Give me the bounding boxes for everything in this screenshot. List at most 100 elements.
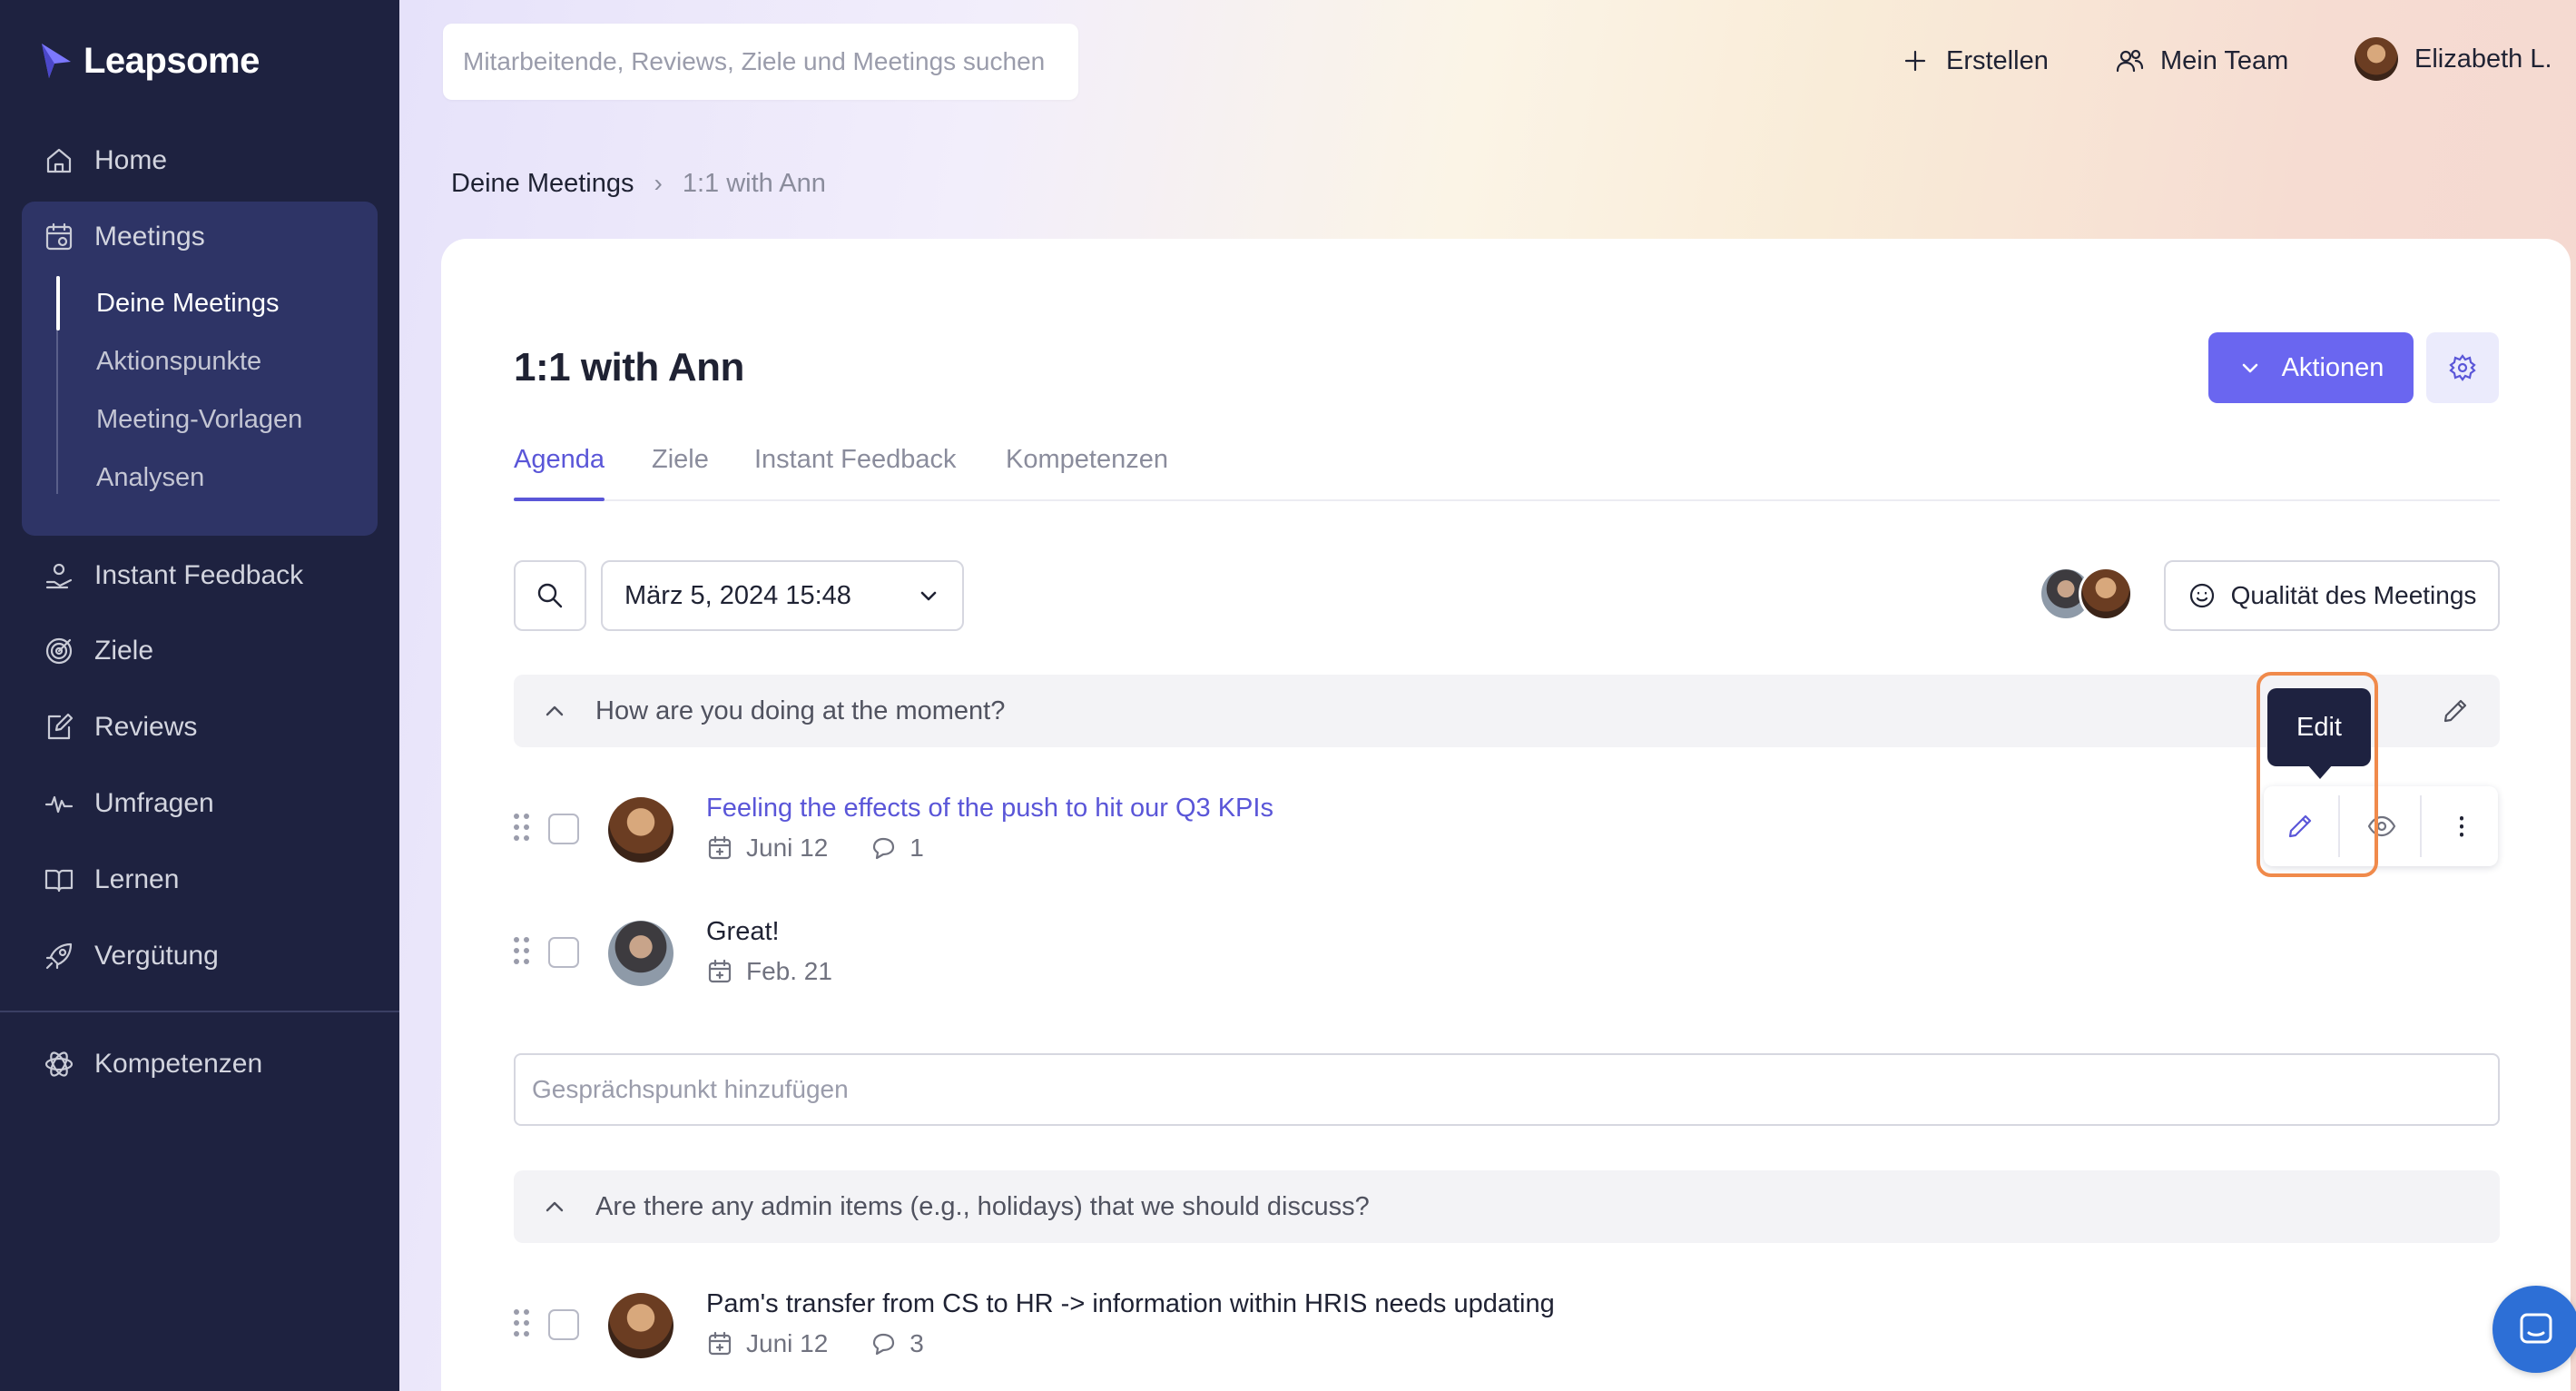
agenda-section-question: Are there any admin items (e.g., holiday… <box>595 1191 1370 1221</box>
smiley-icon <box>2189 583 2214 608</box>
meeting-date-value: März 5, 2024 15:48 <box>624 580 851 610</box>
create-button[interactable]: Erstellen <box>1901 40 2049 82</box>
agenda-item[interactable]: Great! Feb. 21 <box>514 917 2500 1008</box>
sidebar-item-label: Vergütung <box>94 941 219 971</box>
item-meta: Juni 12 3 <box>706 1329 924 1358</box>
tab-agenda[interactable]: Agenda <box>514 439 605 501</box>
tab-kompetenzen[interactable]: Kompetenzen <box>1006 439 1168 499</box>
pulse-icon <box>44 795 74 814</box>
chevron-up-icon[interactable] <box>541 1193 568 1220</box>
sidebar-item-umfragen[interactable]: Umfragen <box>44 781 214 826</box>
breadcrumb-separator-icon: › <box>654 169 663 197</box>
sidebar-item-meetings[interactable]: Meetings <box>44 214 205 260</box>
meeting-date-select[interactable]: März 5, 2024 15:48 <box>601 560 964 631</box>
leapsome-logo[interactable]: Leapsome <box>38 40 260 82</box>
meeting-tabs: Agenda Ziele Instant Feedback Kompetenze… <box>514 439 2500 501</box>
chevron-up-icon[interactable] <box>541 697 568 725</box>
sidebar-item-home[interactable]: Home <box>44 138 167 183</box>
target-icon <box>45 637 73 665</box>
item-title[interactable]: Great! <box>706 917 780 947</box>
sidebar-item-label: Kompetenzen <box>94 1049 263 1079</box>
plus-icon <box>1904 50 1926 72</box>
participant-avatar <box>2079 567 2133 621</box>
chevron-down-icon <box>2242 363 2257 373</box>
comment-icon[interactable] <box>870 834 897 862</box>
sidebar-item-verguetung[interactable]: Vergütung <box>44 933 219 979</box>
item-date: Juni 12 <box>746 834 829 862</box>
item-author-avatar <box>608 1293 673 1358</box>
app-name: Leapsome <box>84 40 260 81</box>
calendar-icon <box>708 959 732 983</box>
meetings-icon <box>45 222 73 251</box>
item-comment-count: 1 <box>909 834 924 862</box>
item-date: Juni 12 <box>746 1329 829 1357</box>
add-talking-point-input[interactable]: Gesprächspunkt hinzufügen <box>514 1053 2500 1126</box>
chat-support-button[interactable] <box>2492 1286 2576 1373</box>
breadcrumb-current: 1:1 with Ann <box>682 168 826 198</box>
rocket-icon <box>45 942 73 970</box>
my-team-label: Mein Team <box>2160 45 2289 75</box>
agenda-section-header[interactable]: How are you doing at the moment? <box>514 675 2500 747</box>
agenda-search-button[interactable] <box>514 560 586 631</box>
agenda-section-header[interactable]: Are there any admin items (e.g., holiday… <box>514 1170 2500 1243</box>
user-name: Elizabeth L. <box>2414 44 2552 74</box>
participants-avatars[interactable] <box>2039 567 2138 623</box>
sidebar-subitem-deine-meetings[interactable]: Deine Meetings <box>96 282 280 324</box>
actions-button[interactable]: Aktionen <box>2208 332 2414 403</box>
sidebar-subitem-analysen[interactable]: Analysen <box>96 457 204 498</box>
more-options-button[interactable] <box>2425 786 2498 866</box>
sidebar-item-label: Umfragen <box>94 788 214 818</box>
search-placeholder: Mitarbeitende, Reviews, Ziele und Meetin… <box>463 47 1046 75</box>
global-search-input[interactable]: Mitarbeitende, Reviews, Ziele und Meetin… <box>443 24 1078 100</box>
user-menu[interactable]: Elizabeth L. <box>2355 37 2552 81</box>
meeting-quality-label: Qualität des Meetings <box>2230 581 2477 609</box>
sidebar-item-reviews[interactable]: Reviews <box>44 705 197 750</box>
sidebar-item-ziele[interactable]: Ziele <box>44 628 153 674</box>
calendar-icon <box>708 835 732 860</box>
item-meta: Juni 12 1 <box>706 834 924 863</box>
settings-button[interactable] <box>2426 332 2499 403</box>
drag-handle-icon[interactable] <box>514 814 530 843</box>
tab-instant-feedback[interactable]: Instant Feedback <box>754 439 956 499</box>
item-checkbox[interactable] <box>548 937 579 968</box>
item-title[interactable]: Pam's transfer from CS to HR -> informat… <box>706 1289 1555 1319</box>
drag-handle-icon[interactable] <box>514 1309 530 1338</box>
sidebar-item-kompetenzen[interactable]: Kompetenzen <box>44 1041 262 1087</box>
item-meta: Feb. 21 <box>706 957 832 986</box>
item-checkbox[interactable] <box>548 814 579 844</box>
atom-icon <box>44 1051 74 1077</box>
tab-ziele[interactable]: Ziele <box>652 439 709 499</box>
agenda-item[interactable]: Feeling the effects of the push to hit o… <box>514 794 2500 884</box>
search-icon <box>537 583 563 608</box>
edit-tooltip: Edit <box>2267 688 2371 779</box>
chat-icon <box>2520 1313 2552 1344</box>
my-team-button[interactable]: Mein Team <box>2115 40 2288 82</box>
team-icon <box>2116 49 2144 73</box>
sidebar-item-lernen[interactable]: Lernen <box>44 857 179 903</box>
breadcrumb: Deine Meetings › 1:1 with Ann <box>451 163 826 203</box>
meeting-quality-button[interactable]: Qualität des Meetings <box>2164 560 2500 631</box>
calendar-icon <box>708 1331 732 1356</box>
user-avatar <box>2355 37 2398 81</box>
edit-section-button[interactable] <box>2440 696 2473 728</box>
more-vertical-icon <box>2460 816 2463 837</box>
item-title[interactable]: Feeling the effects of the push to hit o… <box>706 794 1273 824</box>
actions-label: Aktionen <box>2281 352 2384 382</box>
page-title: 1:1 with Ann <box>514 345 744 390</box>
drag-handle-icon[interactable] <box>514 937 530 966</box>
item-author-avatar <box>608 797 673 863</box>
chevron-down-icon <box>920 591 937 601</box>
breadcrumb-parent[interactable]: Deine Meetings <box>451 169 634 199</box>
comment-icon[interactable] <box>870 1330 897 1357</box>
item-checkbox[interactable] <box>548 1309 579 1340</box>
add-talking-point-placeholder: Gesprächspunkt hinzufügen <box>532 1075 849 1103</box>
submenu-active-indicator <box>56 276 60 330</box>
home-icon <box>46 148 72 173</box>
agenda-item[interactable]: Pam's transfer from CS to HR -> informat… <box>514 1289 2500 1380</box>
leapsome-logo-icon <box>42 44 71 78</box>
sidebar-subitem-meeting-vorlagen[interactable]: Meeting-Vorlagen <box>96 399 302 440</box>
sidebar-subitem-aktionspunkte[interactable]: Aktionspunkte <box>96 340 261 382</box>
sidebar-item-instant-feedback[interactable]: Instant Feedback <box>44 553 303 598</box>
instant-feedback-icon <box>45 563 73 589</box>
sidebar-item-label: Reviews <box>94 712 198 742</box>
